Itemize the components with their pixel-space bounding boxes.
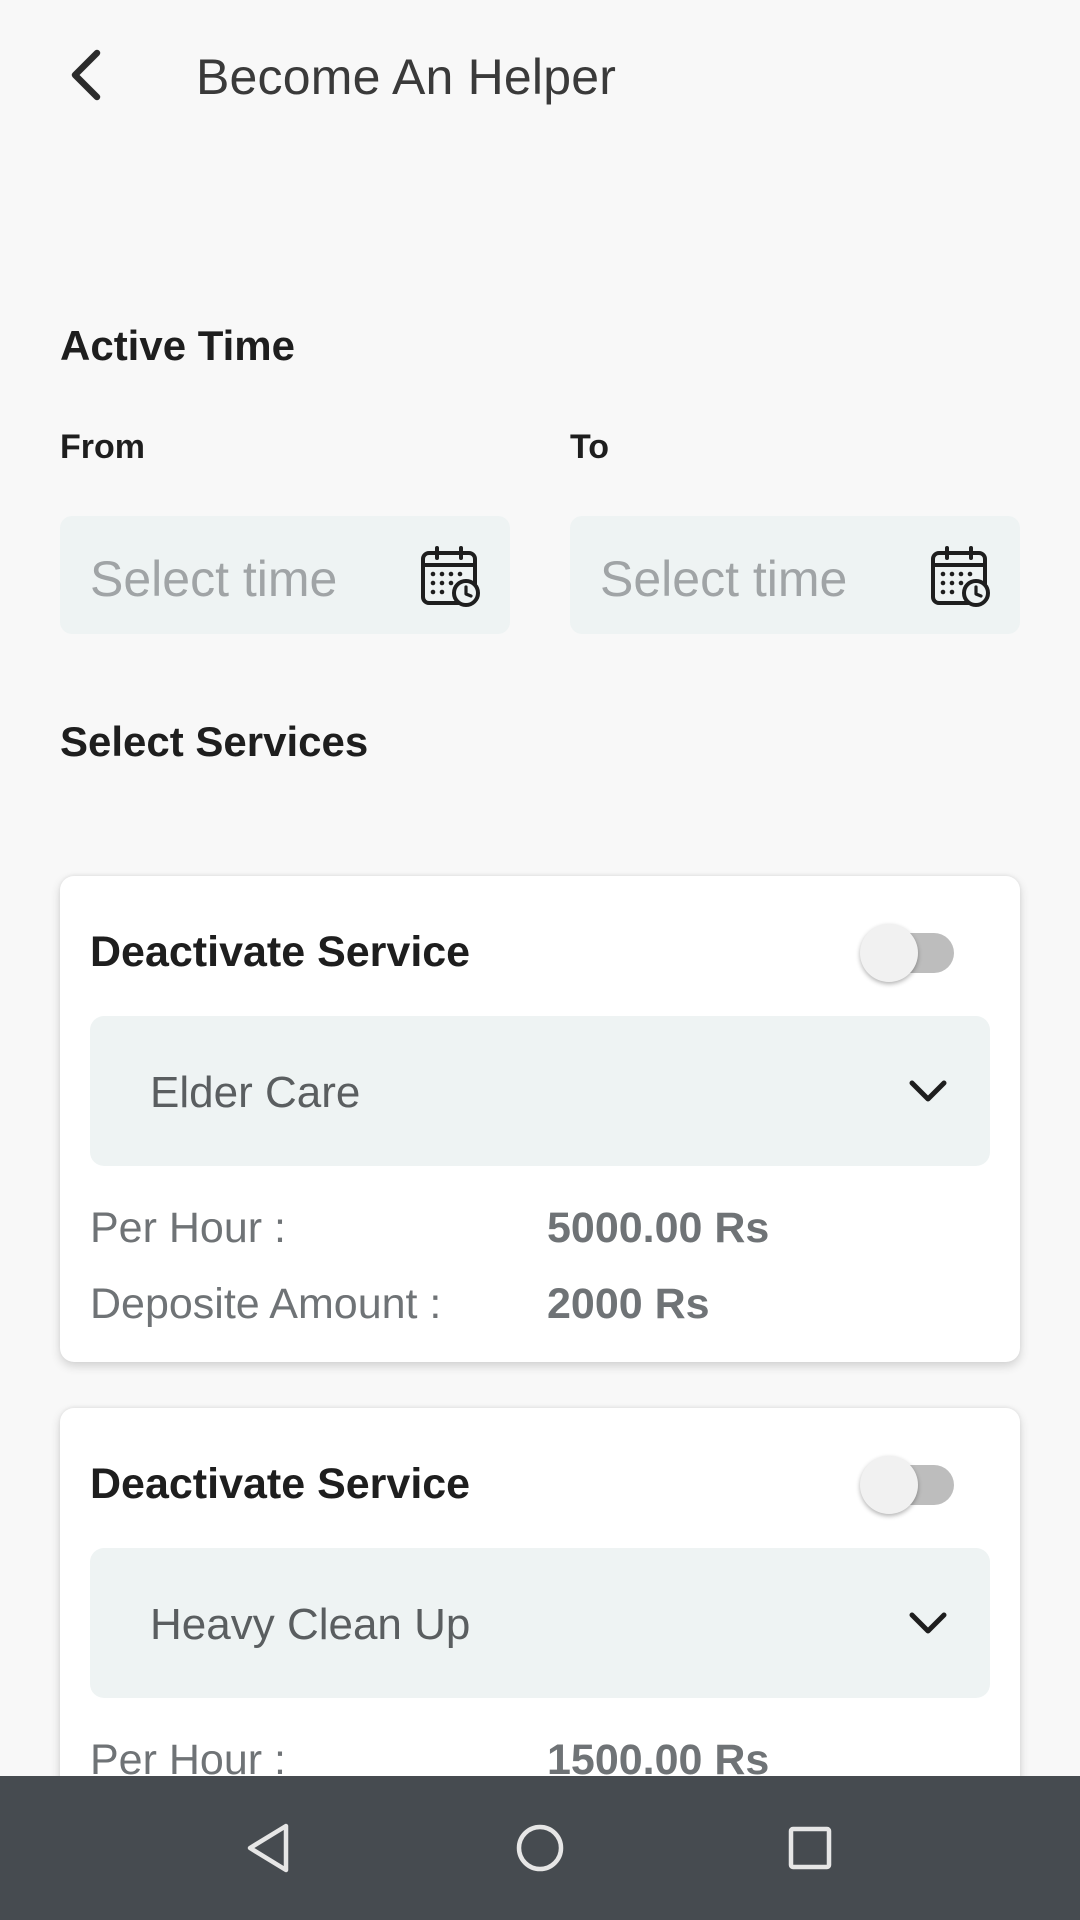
- back-arrow-icon: [71, 49, 101, 101]
- toggle-thumb: [860, 1456, 918, 1514]
- nav-recents-icon[interactable]: [774, 1812, 846, 1884]
- deposit-amount-value: 2000 Rs: [547, 1280, 710, 1328]
- nav-home-icon[interactable]: [504, 1812, 576, 1884]
- per-hour-value: 5000.00 Rs: [547, 1204, 770, 1252]
- chevron-down-icon: [909, 1612, 947, 1634]
- per-hour-label: Per Hour :: [90, 1204, 286, 1252]
- deactivate-service-label: Deactivate Service: [90, 1460, 471, 1508]
- chevron-down-icon: [909, 1080, 947, 1102]
- selected-service: Heavy Clean Up: [150, 1600, 471, 1649]
- nav-back-icon[interactable]: [234, 1812, 306, 1884]
- app-bar: Become An Helper: [0, 0, 1080, 150]
- to-time-field[interactable]: Select time: [570, 516, 1020, 634]
- page-title: Become An Helper: [196, 49, 617, 105]
- service-card: Deactivate Service Elder Care Per Hour :…: [60, 876, 1020, 1362]
- service-dropdown[interactable]: Elder Care: [90, 1016, 990, 1166]
- system-nav-bar: [0, 1776, 1080, 1920]
- to-label: To: [570, 428, 610, 466]
- active-time-heading: Active Time: [60, 322, 295, 369]
- calendar-clock-icon[interactable]: [420, 545, 482, 607]
- from-time-placeholder: Select time: [90, 551, 338, 607]
- deactivate-service-toggle[interactable]: [858, 1448, 958, 1514]
- calendar-clock-icon[interactable]: [930, 545, 992, 607]
- to-time-placeholder: Select time: [600, 551, 848, 607]
- from-time-field[interactable]: Select time: [60, 516, 510, 634]
- become-helper-screen: Become An Helper Active Time From To Sel…: [0, 0, 1080, 1920]
- deactivate-service-toggle[interactable]: [858, 916, 958, 982]
- select-services-heading: Select Services: [60, 718, 369, 765]
- deactivate-service-label: Deactivate Service: [90, 928, 471, 976]
- from-label: From: [60, 428, 145, 466]
- deposit-amount-label: Deposite Amount :: [90, 1280, 442, 1328]
- back-button[interactable]: [50, 35, 120, 115]
- toggle-thumb: [860, 924, 918, 982]
- service-dropdown[interactable]: Heavy Clean Up: [90, 1548, 990, 1698]
- selected-service: Elder Care: [150, 1068, 361, 1117]
